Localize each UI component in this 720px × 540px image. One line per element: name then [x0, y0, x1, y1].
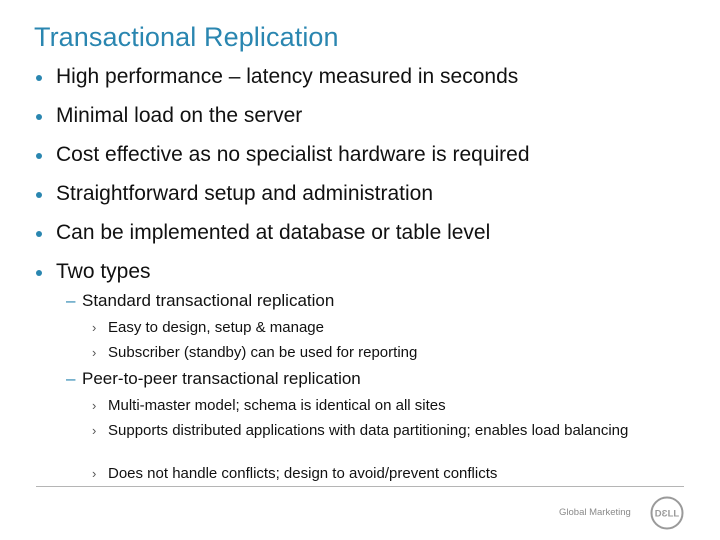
bullet-dot-icon — [36, 153, 42, 159]
dell-logo-icon: DƐLL — [650, 496, 684, 530]
chevron-right-icon: › — [92, 345, 97, 360]
bullet-text: Cost effective as no specialist hardware… — [56, 143, 530, 166]
sub-bullet-text: Peer-to-peer transactional replication — [82, 369, 361, 388]
chevron-right-icon: › — [92, 423, 97, 438]
sub-sub-bullet-text: Does not handle conflicts; design to avo… — [108, 465, 498, 482]
bullet-dot-icon — [36, 114, 42, 120]
slide-title: Transactional Replication — [34, 22, 339, 52]
bullet-text: Minimal load on the server — [56, 104, 303, 127]
sub-sub-bullet-text: Multi-master model; schema is identical … — [108, 397, 446, 414]
dash-icon: – — [66, 291, 76, 310]
chevron-right-icon: › — [92, 320, 97, 335]
bullet-dot-icon — [36, 231, 42, 237]
footer-label: Global Marketing — [559, 507, 631, 518]
bullet-dot-icon — [36, 192, 42, 198]
dash-icon: – — [66, 369, 76, 388]
sub-sub-bullet-text: Supports distributed applications with d… — [108, 422, 629, 439]
bullet-text: Straightforward setup and administration — [56, 182, 434, 205]
bullet-text: Two types — [56, 260, 151, 283]
chevron-right-icon: › — [92, 398, 97, 413]
bullet-dot-icon — [36, 75, 42, 81]
bullet-text: High performance – latency measured in s… — [56, 65, 519, 88]
logo-text: DƐLL — [655, 509, 680, 520]
sub-sub-bullet-text: Easy to design, setup & manage — [108, 319, 324, 336]
chevron-right-icon: › — [92, 466, 97, 481]
sub-bullet-text: Standard transactional replication — [82, 291, 335, 310]
sub-sub-bullet-text: Subscriber (standby) can be used for rep… — [108, 344, 418, 361]
bullet-text: Can be implemented at database or table … — [56, 221, 491, 244]
footer-divider — [36, 486, 684, 487]
bullet-dot-icon — [36, 270, 42, 276]
